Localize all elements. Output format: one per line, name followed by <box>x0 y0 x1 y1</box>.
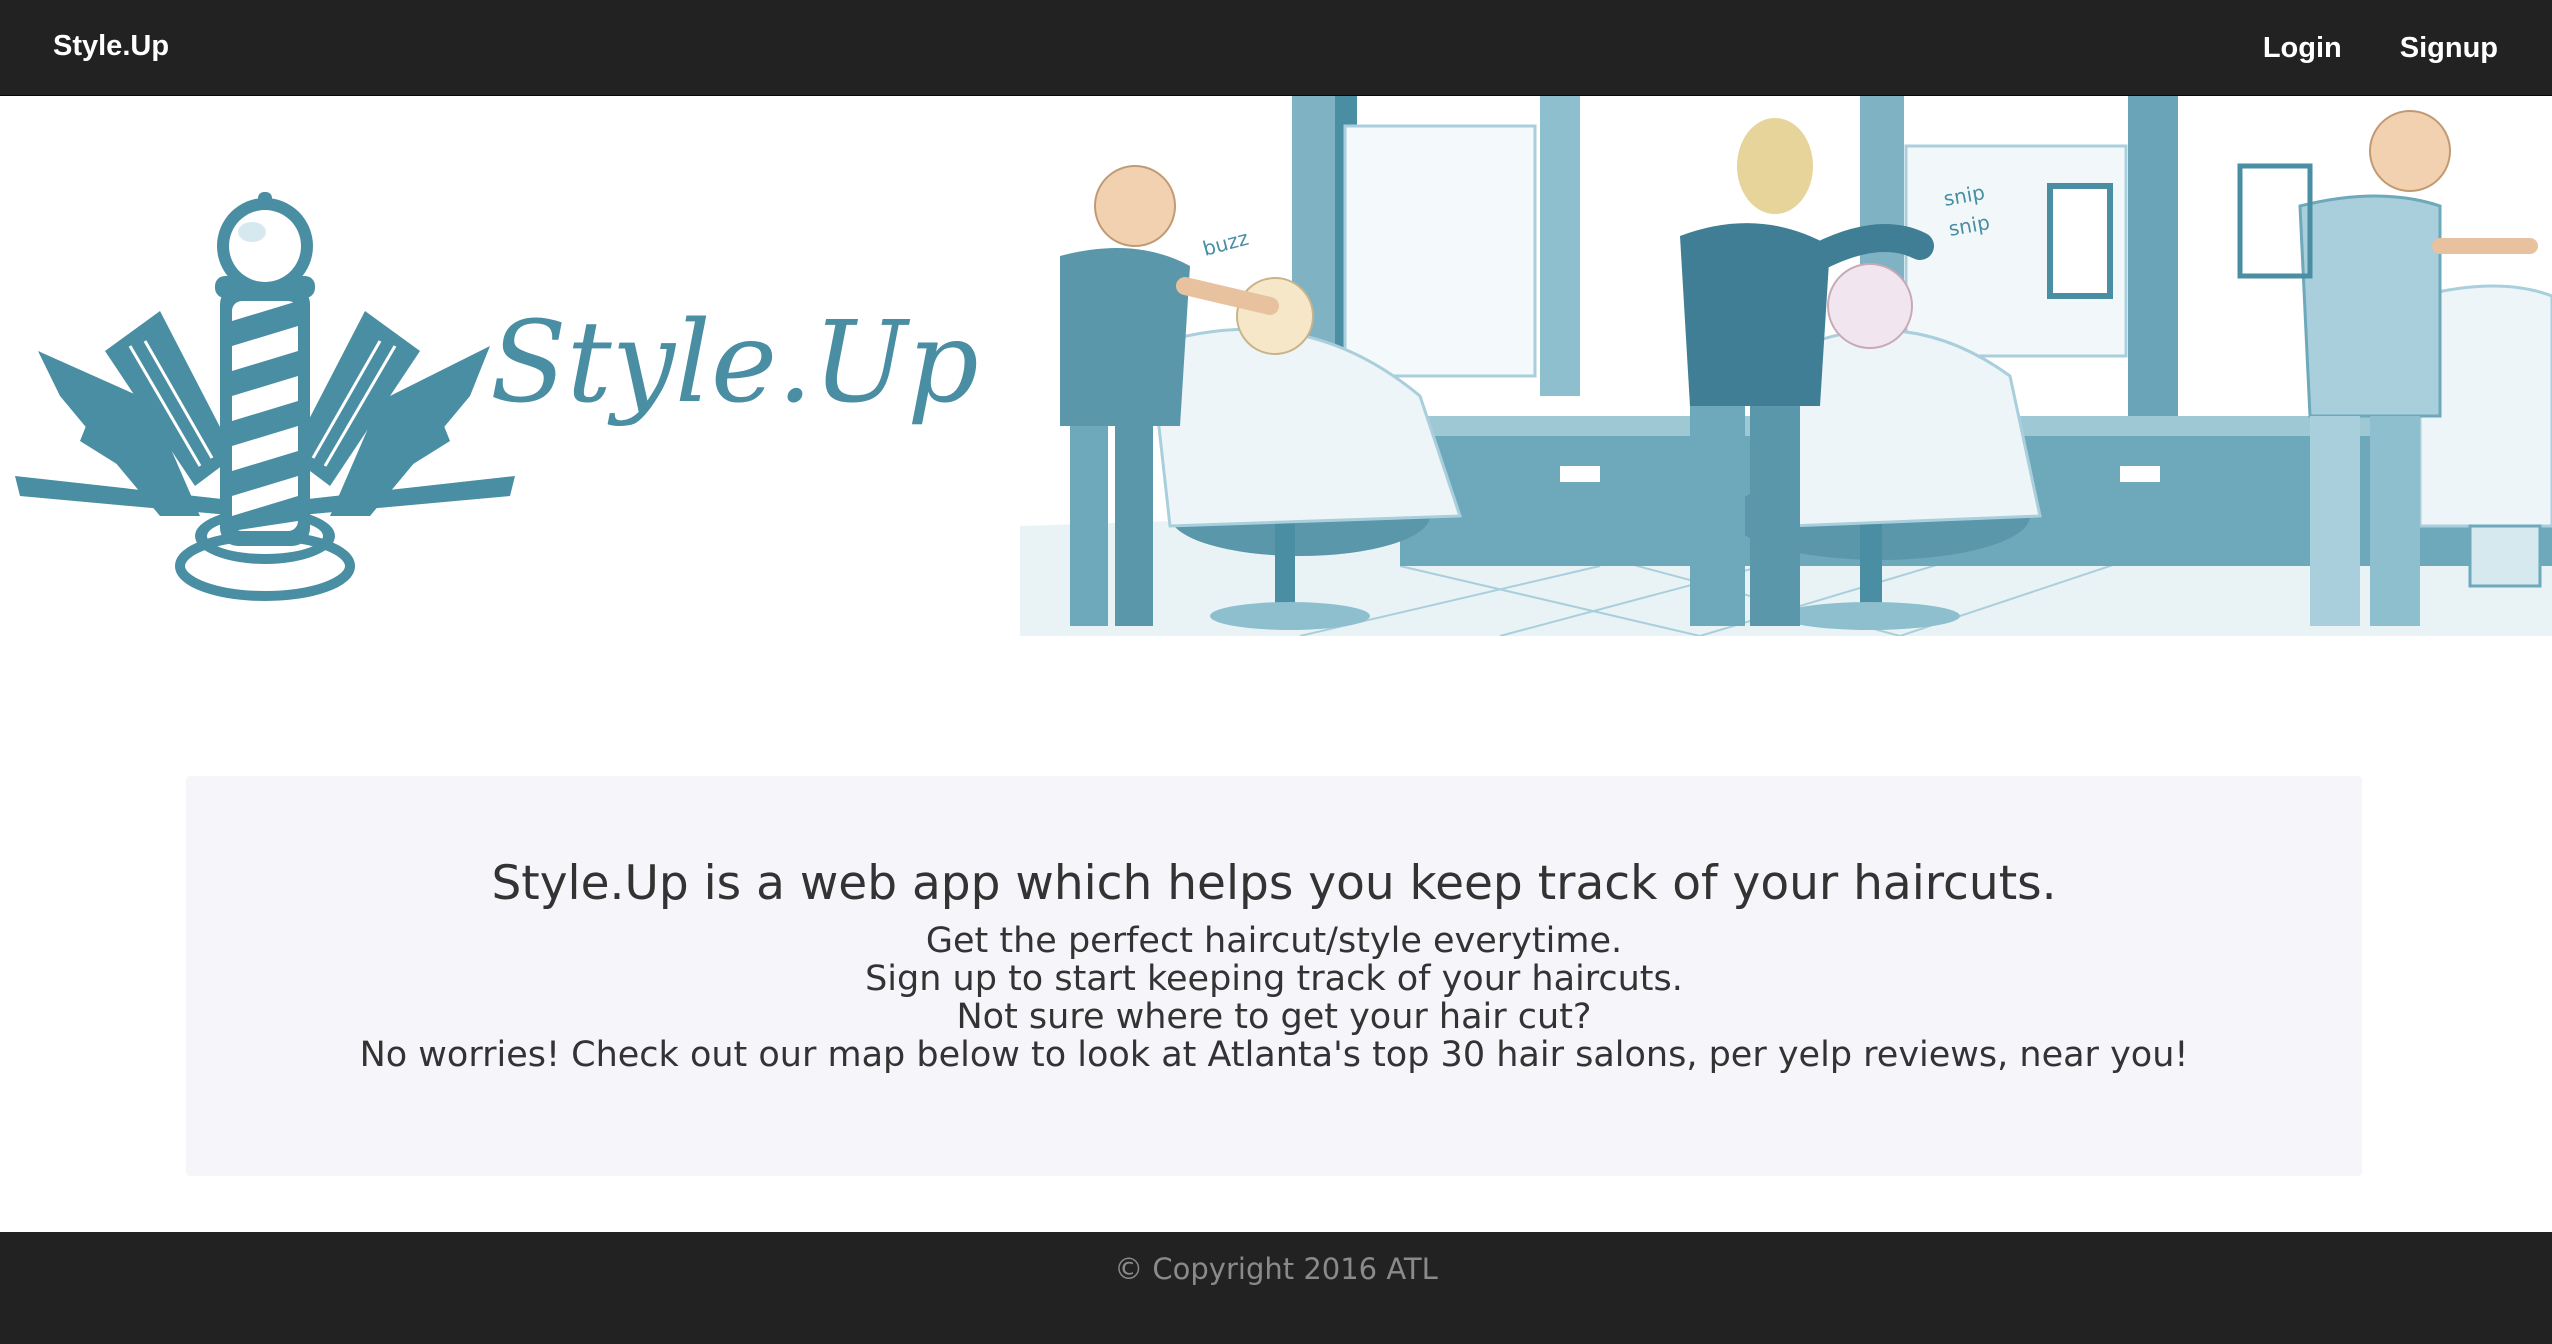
intro-line: Get the perfect haircut/style everytime. <box>925 921 1623 961</box>
intro-line: Not sure where to get your hair cut? <box>956 997 1592 1037</box>
login-link[interactable]: Login <box>2263 30 2342 66</box>
logo-wordmark: Style.Up <box>490 298 979 428</box>
copyright-text: © Copyright 2016 ATL <box>1114 1252 1438 1286</box>
intro-line: No worries! Check out our map below to l… <box>359 1035 2189 1075</box>
barbershop-scene: buzz snip snip <box>1020 96 2552 636</box>
intro-line: Sign up to start keeping track of your h… <box>865 959 1683 999</box>
banner-illustration: buzz snip snip Style.Up <box>15 96 2552 636</box>
brand-link[interactable]: Style.Up <box>53 28 169 64</box>
navbar: Style.Up Login Signup <box>0 0 2552 96</box>
logo-emblem <box>15 192 515 601</box>
intro-title: Style.Up is a web app which helps you ke… <box>491 856 2057 911</box>
signup-link[interactable]: Signup <box>2400 30 2498 66</box>
hero-banner: buzz snip snip Style.Up <box>0 96 2552 636</box>
footer: © Copyright 2016 ATL <box>0 1232 2552 1344</box>
intro-lines: Get the perfect haircut/style everytime.… <box>186 922 2362 1074</box>
nav-right: Login Signup <box>2263 0 2552 96</box>
intro-panel: Style.Up is a web app which helps you ke… <box>186 776 2362 1176</box>
